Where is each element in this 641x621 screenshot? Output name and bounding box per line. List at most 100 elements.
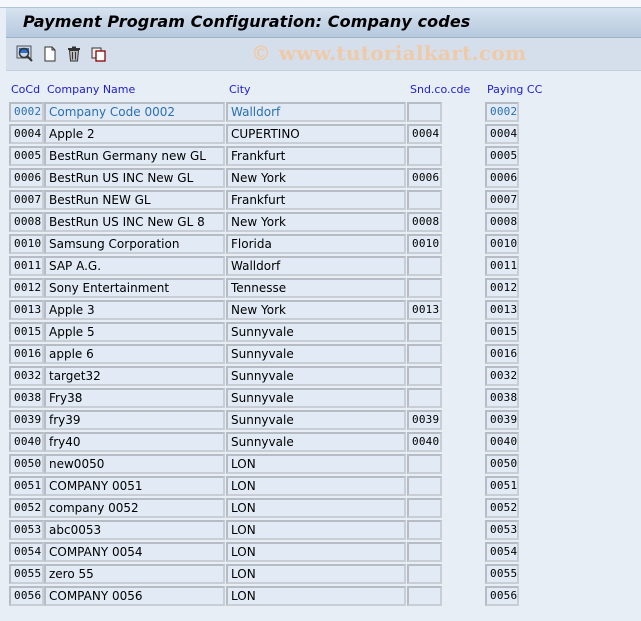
city-cell[interactable]: Frankfurt: [226, 190, 406, 210]
city-cell[interactable]: LON: [226, 520, 406, 540]
table-row[interactable]: 0038 Fry38 Sunnyvale 0038: [0, 388, 641, 408]
company-name-cell[interactable]: apple 6: [44, 344, 225, 364]
sending-company-code-cell[interactable]: 0013: [407, 300, 442, 320]
city-cell[interactable]: LON: [226, 586, 406, 606]
company-code-cell[interactable]: 0032: [9, 366, 44, 386]
sending-company-code-cell[interactable]: [407, 366, 442, 386]
company-code-cell[interactable]: 0056: [9, 586, 44, 606]
table-row[interactable]: 0039 fry39 Sunnyvale 0039 0039: [0, 410, 641, 430]
company-name-cell[interactable]: Apple 2: [44, 124, 225, 144]
table-row[interactable]: 0002 Company Code 0002 Walldorf 0002: [0, 102, 641, 122]
city-cell[interactable]: Sunnyvale: [226, 366, 406, 386]
table-row[interactable]: 0054 COMPANY 0054 LON 0054: [0, 542, 641, 562]
copy-icon[interactable]: [90, 45, 108, 63]
paying-company-code-cell[interactable]: 0013: [485, 300, 519, 320]
city-cell[interactable]: CUPERTINO: [226, 124, 406, 144]
paying-company-code-cell[interactable]: 0052: [485, 498, 519, 518]
company-name-cell[interactable]: fry40: [44, 432, 225, 452]
table-row[interactable]: 0052 company 0052 LON 0052: [0, 498, 641, 518]
delete-icon[interactable]: [65, 45, 83, 63]
company-code-cell[interactable]: 0012: [9, 278, 44, 298]
company-name-cell[interactable]: Sony Entertainment: [44, 278, 225, 298]
company-name-cell[interactable]: target32: [44, 366, 225, 386]
company-code-cell[interactable]: 0051: [9, 476, 44, 496]
table-row[interactable]: 0051 COMPANY 0051 LON 0051: [0, 476, 641, 496]
company-code-cell[interactable]: 0007: [9, 190, 44, 210]
sending-company-code-cell[interactable]: 0010: [407, 234, 442, 254]
paying-company-code-cell[interactable]: 0038: [485, 388, 519, 408]
paying-company-code-cell[interactable]: 0016: [485, 344, 519, 364]
company-code-cell[interactable]: 0002: [9, 102, 44, 122]
column-header-company-name[interactable]: Company Name: [47, 83, 135, 96]
company-code-cell[interactable]: 0054: [9, 542, 44, 562]
city-cell[interactable]: LON: [226, 476, 406, 496]
sending-company-code-cell[interactable]: 0004: [407, 124, 442, 144]
company-name-cell[interactable]: new0050: [44, 454, 225, 474]
company-name-cell[interactable]: Fry38: [44, 388, 225, 408]
company-name-cell[interactable]: Samsung Corporation: [44, 234, 225, 254]
company-name-cell[interactable]: BestRun US INC New GL 8: [44, 212, 225, 232]
city-cell[interactable]: Sunnyvale: [226, 388, 406, 408]
company-name-cell[interactable]: BestRun NEW GL: [44, 190, 225, 210]
paying-company-code-cell[interactable]: 0006: [485, 168, 519, 188]
company-name-cell[interactable]: fry39: [44, 410, 225, 430]
sending-company-code-cell[interactable]: [407, 564, 442, 584]
column-header-paying-company-code[interactable]: Paying CC: [487, 83, 542, 96]
company-code-cell[interactable]: 0040: [9, 432, 44, 452]
sending-company-code-cell[interactable]: [407, 256, 442, 276]
company-code-cell[interactable]: 0055: [9, 564, 44, 584]
sending-company-code-cell[interactable]: [407, 146, 442, 166]
paying-company-code-cell[interactable]: 0055: [485, 564, 519, 584]
table-row[interactable]: 0056 COMPANY 0056 LON 0056: [0, 586, 641, 606]
city-cell[interactable]: New York: [226, 168, 406, 188]
sending-company-code-cell[interactable]: [407, 498, 442, 518]
sending-company-code-cell[interactable]: 0008: [407, 212, 442, 232]
table-row[interactable]: 0007 BestRun NEW GL Frankfurt 0007: [0, 190, 641, 210]
company-code-cell[interactable]: 0004: [9, 124, 44, 144]
city-cell[interactable]: Sunnyvale: [226, 344, 406, 364]
city-cell[interactable]: Florida: [226, 234, 406, 254]
table-row[interactable]: 0050 new0050 LON 0050: [0, 454, 641, 474]
paying-company-code-cell[interactable]: 0004: [485, 124, 519, 144]
column-header-city[interactable]: City: [229, 83, 251, 96]
sending-company-code-cell[interactable]: [407, 520, 442, 540]
paying-company-code-cell[interactable]: 0012: [485, 278, 519, 298]
company-code-cell[interactable]: 0052: [9, 498, 44, 518]
paying-company-code-cell[interactable]: 0053: [485, 520, 519, 540]
paying-company-code-cell[interactable]: 0002: [485, 102, 519, 122]
column-header-sending-company-code[interactable]: Snd.co.cde: [410, 83, 470, 96]
city-cell[interactable]: LON: [226, 542, 406, 562]
paying-company-code-cell[interactable]: 0039: [485, 410, 519, 430]
city-cell[interactable]: Sunnyvale: [226, 322, 406, 342]
table-row[interactable]: 0006 BestRun US INC New GL New York 0006 000…: [0, 168, 641, 188]
table-row[interactable]: 0032 target32 Sunnyvale 0032: [0, 366, 641, 386]
company-name-cell[interactable]: Apple 3: [44, 300, 225, 320]
sending-company-code-cell[interactable]: 0039: [407, 410, 442, 430]
sending-company-code-cell[interactable]: [407, 454, 442, 474]
company-name-cell[interactable]: Apple 5: [44, 322, 225, 342]
sending-company-code-cell[interactable]: [407, 322, 442, 342]
company-code-cell[interactable]: 0015: [9, 322, 44, 342]
paying-company-code-cell[interactable]: 0015: [485, 322, 519, 342]
paying-company-code-cell[interactable]: 0051: [485, 476, 519, 496]
company-code-cell[interactable]: 0008: [9, 212, 44, 232]
new-entries-icon[interactable]: [41, 45, 59, 63]
sending-company-code-cell[interactable]: 0006: [407, 168, 442, 188]
paying-company-code-cell[interactable]: 0032: [485, 366, 519, 386]
company-name-cell[interactable]: BestRun US INC New GL: [44, 168, 225, 188]
paying-company-code-cell[interactable]: 0056: [485, 586, 519, 606]
company-name-cell[interactable]: Company Code 0002: [44, 102, 225, 122]
paying-company-code-cell[interactable]: 0054: [485, 542, 519, 562]
sending-company-code-cell[interactable]: [407, 476, 442, 496]
table-row[interactable]: 0011 SAP A.G. Walldorf 0011: [0, 256, 641, 276]
company-name-cell[interactable]: COMPANY 0051: [44, 476, 225, 496]
sending-company-code-cell[interactable]: 0040: [407, 432, 442, 452]
company-code-cell[interactable]: 0005: [9, 146, 44, 166]
city-cell[interactable]: LON: [226, 564, 406, 584]
company-name-cell[interactable]: company 0052: [44, 498, 225, 518]
sending-company-code-cell[interactable]: [407, 388, 442, 408]
paying-company-code-cell[interactable]: 0007: [485, 190, 519, 210]
details-icon[interactable]: [16, 45, 34, 63]
sending-company-code-cell[interactable]: [407, 542, 442, 562]
paying-company-code-cell[interactable]: 0010: [485, 234, 519, 254]
